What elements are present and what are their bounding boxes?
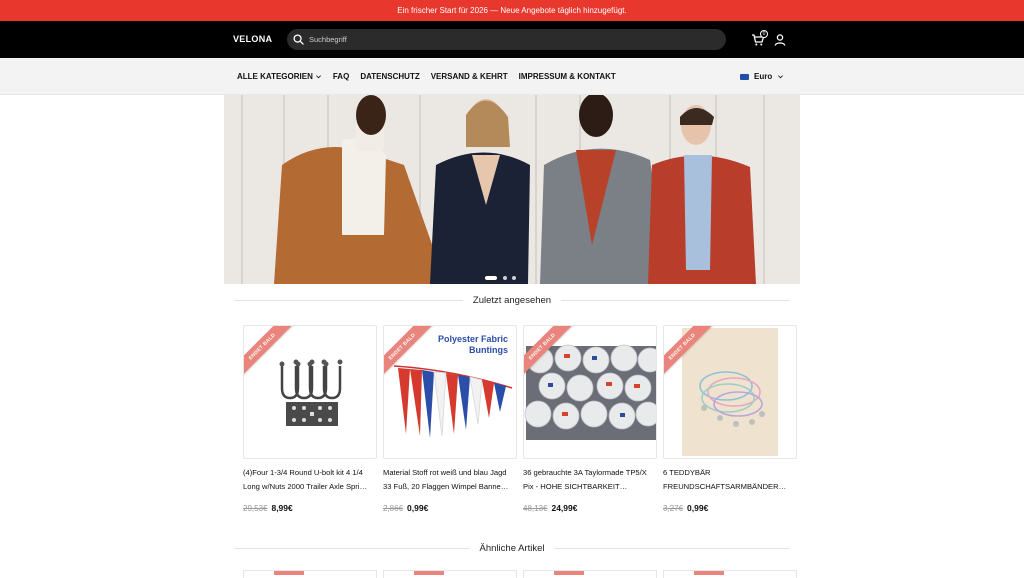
chevron-down-icon <box>778 75 784 79</box>
currency-selector[interactable]: Euro <box>740 72 784 81</box>
account-button[interactable] <box>773 33 787 47</box>
product-card[interactable] <box>663 570 797 578</box>
section-title: Ähnliche Artikel <box>479 543 545 554</box>
hero-fashion-image <box>224 95 800 284</box>
nav-item-label: VERSAND & KEHRT <box>430 72 508 81</box>
product-title[interactable]: Material Stoff rot weiß und blau Jagd 33… <box>383 466 517 494</box>
nav-item-privacy[interactable]: DATENSCHUTZ <box>360 72 419 81</box>
nav-item-imprint[interactable]: IMPRESSUM & KONTAKT <box>519 72 616 81</box>
recently-viewed-list: ENDET BALD (4)Four 1-3/4 Round U-bolt ki… <box>243 325 797 513</box>
search-input[interactable] <box>309 35 689 44</box>
carousel-dot-3[interactable] <box>512 276 516 280</box>
currency-label: Euro <box>754 72 773 81</box>
price-row: 2,86€ 0,99€ <box>383 503 517 513</box>
current-price: 8,99€ <box>271 503 293 513</box>
product-title[interactable]: 36 gebrauchte 3A Taylormade TP5/X Pix - … <box>523 466 657 494</box>
similar-items-heading: Ähnliche Artikel <box>234 543 791 554</box>
carousel-dot-2[interactable] <box>503 276 507 280</box>
nav-item-faq[interactable]: FAQ <box>333 72 349 81</box>
product-card[interactable]: ENDET BALD 6 TEDDYBÄR FREUNDSCHAFTSARMBÄ… <box>663 325 797 513</box>
product-card[interactable] <box>523 570 657 578</box>
current-price: 0,99€ <box>687 503 709 513</box>
cart-button[interactable]: 0 <box>751 30 768 47</box>
recently-viewed-heading: Zuletzt angesehen <box>234 295 791 306</box>
nav-item-label: ALLE KATEGORIEN <box>237 72 313 81</box>
nav-item-shipping[interactable]: VERSAND & KEHRT <box>431 72 508 81</box>
product-card[interactable]: ENDET BALD (4)Four 1-3/4 Round U-bolt ki… <box>243 325 377 513</box>
old-price: 3,27€ <box>663 504 684 513</box>
price-row: 3,27€ 0,99€ <box>663 503 797 513</box>
chevron-down-icon <box>315 75 321 79</box>
product-title[interactable]: (4)Four 1-3/4 Round U-bolt kit 4 1/4 Lon… <box>243 466 377 494</box>
ending-soon-ribbon <box>554 571 584 575</box>
price-row: 29,53€ 8,99€ <box>243 503 377 513</box>
price-row: 48,13€ 24,99€ <box>523 503 657 513</box>
product-card[interactable]: ENDET BALD 36 gebrauchte 3A Taylormade T… <box>523 325 657 513</box>
announcement-text: Ein frischer Start für 2026 — Neue Angeb… <box>397 6 627 15</box>
product-card[interactable] <box>383 570 517 578</box>
user-icon <box>774 34 786 46</box>
search-box[interactable] <box>287 29 726 50</box>
cart-count-badge: 0 <box>760 30 768 38</box>
search-icon[interactable] <box>293 34 304 45</box>
current-price: 0,99€ <box>407 503 429 513</box>
nav-item-label: DATENSCHUTZ <box>360 72 420 81</box>
nav-item-all-categories[interactable]: ALLE KATEGORIEN <box>237 72 322 81</box>
section-title: Zuletzt angesehen <box>472 295 552 306</box>
ending-soon-ribbon <box>694 571 724 575</box>
hero-banner[interactable] <box>224 95 800 284</box>
old-price: 2,86€ <box>383 504 404 513</box>
product-title[interactable]: 6 TEDDYBÄR FREUNDSCHAFTSARMBÄNDER… <box>663 466 797 494</box>
product-image[interactable]: ENDET BALD <box>663 325 797 459</box>
carousel-dot-1[interactable] <box>484 275 498 281</box>
eu-flag-icon <box>740 73 749 80</box>
old-price: 29,53€ <box>243 504 268 513</box>
divider <box>554 548 791 549</box>
current-price: 24,99€ <box>551 503 578 513</box>
divider <box>561 300 791 301</box>
main-nav: ALLE KATEGORIEN FAQ DATENSCHUTZ VERSAND … <box>0 58 1024 95</box>
header: VELONA 0 <box>0 21 1024 58</box>
product-card[interactable] <box>243 570 377 578</box>
product-image[interactable]: ENDET BALD <box>523 325 657 459</box>
ending-soon-ribbon <box>274 571 304 575</box>
old-price: 48,13€ <box>523 504 548 513</box>
divider <box>234 548 470 549</box>
site-logo[interactable]: VELONA <box>233 34 272 44</box>
nav-item-label: IMPRESSUM & KONTAKT <box>518 72 616 81</box>
carousel-dots <box>484 275 516 281</box>
product-card[interactable]: Polyester Fabric Buntings ENDET BALD Mat… <box>383 325 517 513</box>
nav-item-label: FAQ <box>332 72 350 81</box>
divider <box>234 300 463 301</box>
ending-soon-ribbon <box>414 571 444 575</box>
image-caption: Polyester Fabric Buntings <box>437 334 508 355</box>
announcement-bar: Ein frischer Start für 2026 — Neue Angeb… <box>0 0 1024 21</box>
product-image[interactable]: ENDET BALD <box>243 325 377 459</box>
similar-items-list <box>243 570 797 578</box>
product-image[interactable]: Polyester Fabric Buntings ENDET BALD <box>383 325 517 459</box>
